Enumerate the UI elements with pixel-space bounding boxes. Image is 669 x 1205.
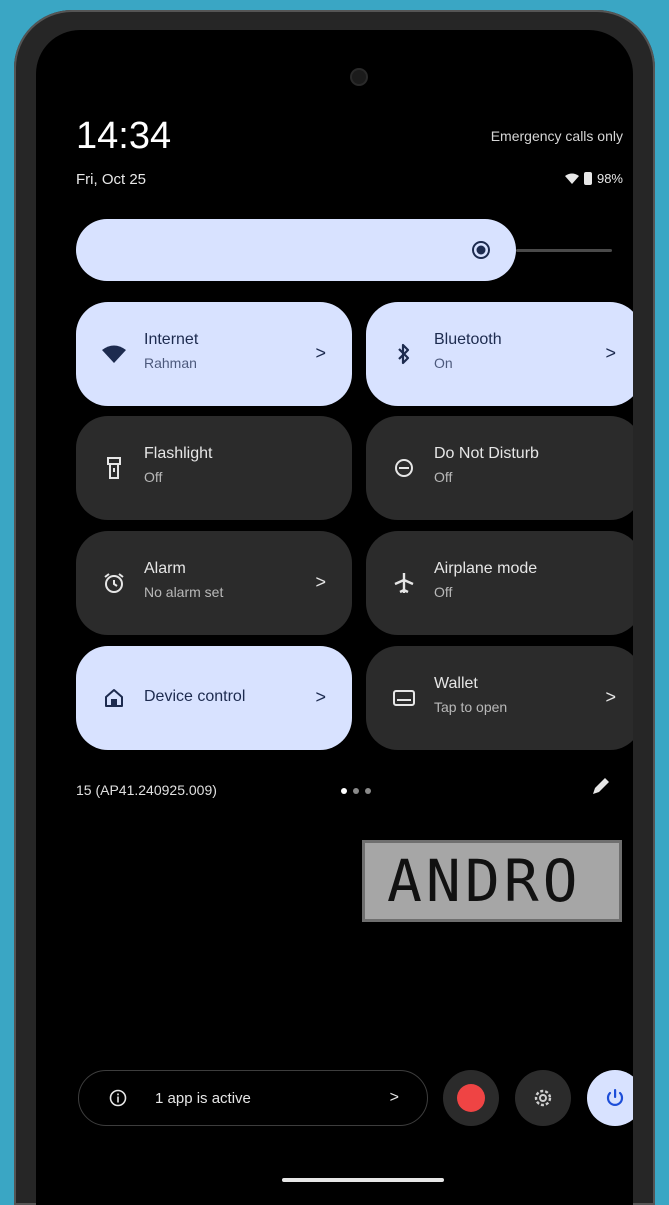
do-not-disturb-icon [395,459,413,477]
gear-icon [534,1089,552,1107]
alarm-icon [104,573,124,593]
tile-title: Flashlight [144,445,213,462]
tile-title: Wallet [434,675,478,692]
power-icon [606,1089,624,1106]
bluetooth-icon [398,343,410,365]
chevron-right-icon: > [315,343,326,363]
tile-wallet[interactable]: Wallet Tap to open > [366,646,633,750]
clock: 14:34 [76,115,172,157]
tile-title: Airplane mode [434,560,538,577]
tile-title: Alarm [144,560,186,577]
tile-subtitle: Rahman [144,355,197,371]
battery-percent: 98% [596,171,623,186]
chevron-right-icon: > [605,343,616,363]
battery-icon [583,172,592,185]
chevron-right-icon: > [389,1089,399,1106]
active-apps-label: 1 app is active [155,1090,251,1107]
tile-title: Do Not Disturb [434,445,539,462]
date: Fri, Oct 25 [76,171,147,188]
page-dot [365,788,371,794]
page-dot-active [341,788,347,794]
phone-frame: 14:34 Fri, Oct 25 Emergency calls only 9… [14,10,655,1205]
tile-subtitle: Tap to open [434,699,508,715]
watermark-lettering-icon: ANDRO [387,855,582,907]
tile-internet[interactable]: Internet Rahman > [76,302,352,406]
tile-device-control[interactable]: Device control > [76,646,352,750]
home-indicator[interactable] [282,1178,444,1182]
tile-subtitle: No alarm set [144,584,224,600]
brightness-slider[interactable] [76,219,516,281]
flashlight-icon [107,457,121,479]
airplane-icon [394,573,414,594]
tile-subtitle: Off [434,469,453,485]
settings-button[interactable] [515,1070,571,1126]
page-dot [353,788,359,794]
tile-flashlight[interactable]: Flashlight Off [76,416,352,520]
watermark-logo: ANDRO [362,840,622,922]
brightness-icon [472,241,490,259]
edit-pencil-icon[interactable] [590,775,612,797]
tile-airplane-mode[interactable]: Airplane mode Off [366,531,633,635]
home-icon [105,689,123,707]
tile-bluetooth[interactable]: Bluetooth On > [366,302,633,406]
info-icon [109,1089,127,1107]
record-icon [457,1084,485,1112]
front-camera [352,70,366,84]
wallet-icon [393,690,415,706]
tile-subtitle: On [434,355,453,371]
quick-settings-screen: 14:34 Fri, Oct 25 Emergency calls only 9… [36,30,633,1205]
brightness-track[interactable] [516,249,612,252]
tile-alarm[interactable]: Alarm No alarm set > [76,531,352,635]
active-apps-button[interactable]: 1 app is active > [78,1070,428,1126]
wifi-status-icon [564,173,579,184]
chevron-right-icon: > [315,572,326,592]
power-button[interactable] [587,1070,633,1126]
system-icons: 98% [564,171,623,186]
page-indicator [341,788,371,794]
screen-record-button[interactable] [443,1070,499,1126]
wifi-icon [102,345,126,363]
chevron-right-icon: > [315,687,326,707]
tile-title: Internet [144,331,199,348]
tile-do-not-disturb[interactable]: Do Not Disturb Off [366,416,633,520]
tile-title: Bluetooth [434,331,502,348]
tile-subtitle: Off [434,584,453,600]
carrier-status: Emergency calls only [490,128,623,144]
build-number[interactable]: 15 (AP41.240925.009) [76,782,217,798]
tile-subtitle: Off [144,469,163,485]
chevron-right-icon: > [605,687,616,707]
svg-text:ANDRO: ANDRO [387,855,582,907]
tile-title: Device control [144,688,246,705]
